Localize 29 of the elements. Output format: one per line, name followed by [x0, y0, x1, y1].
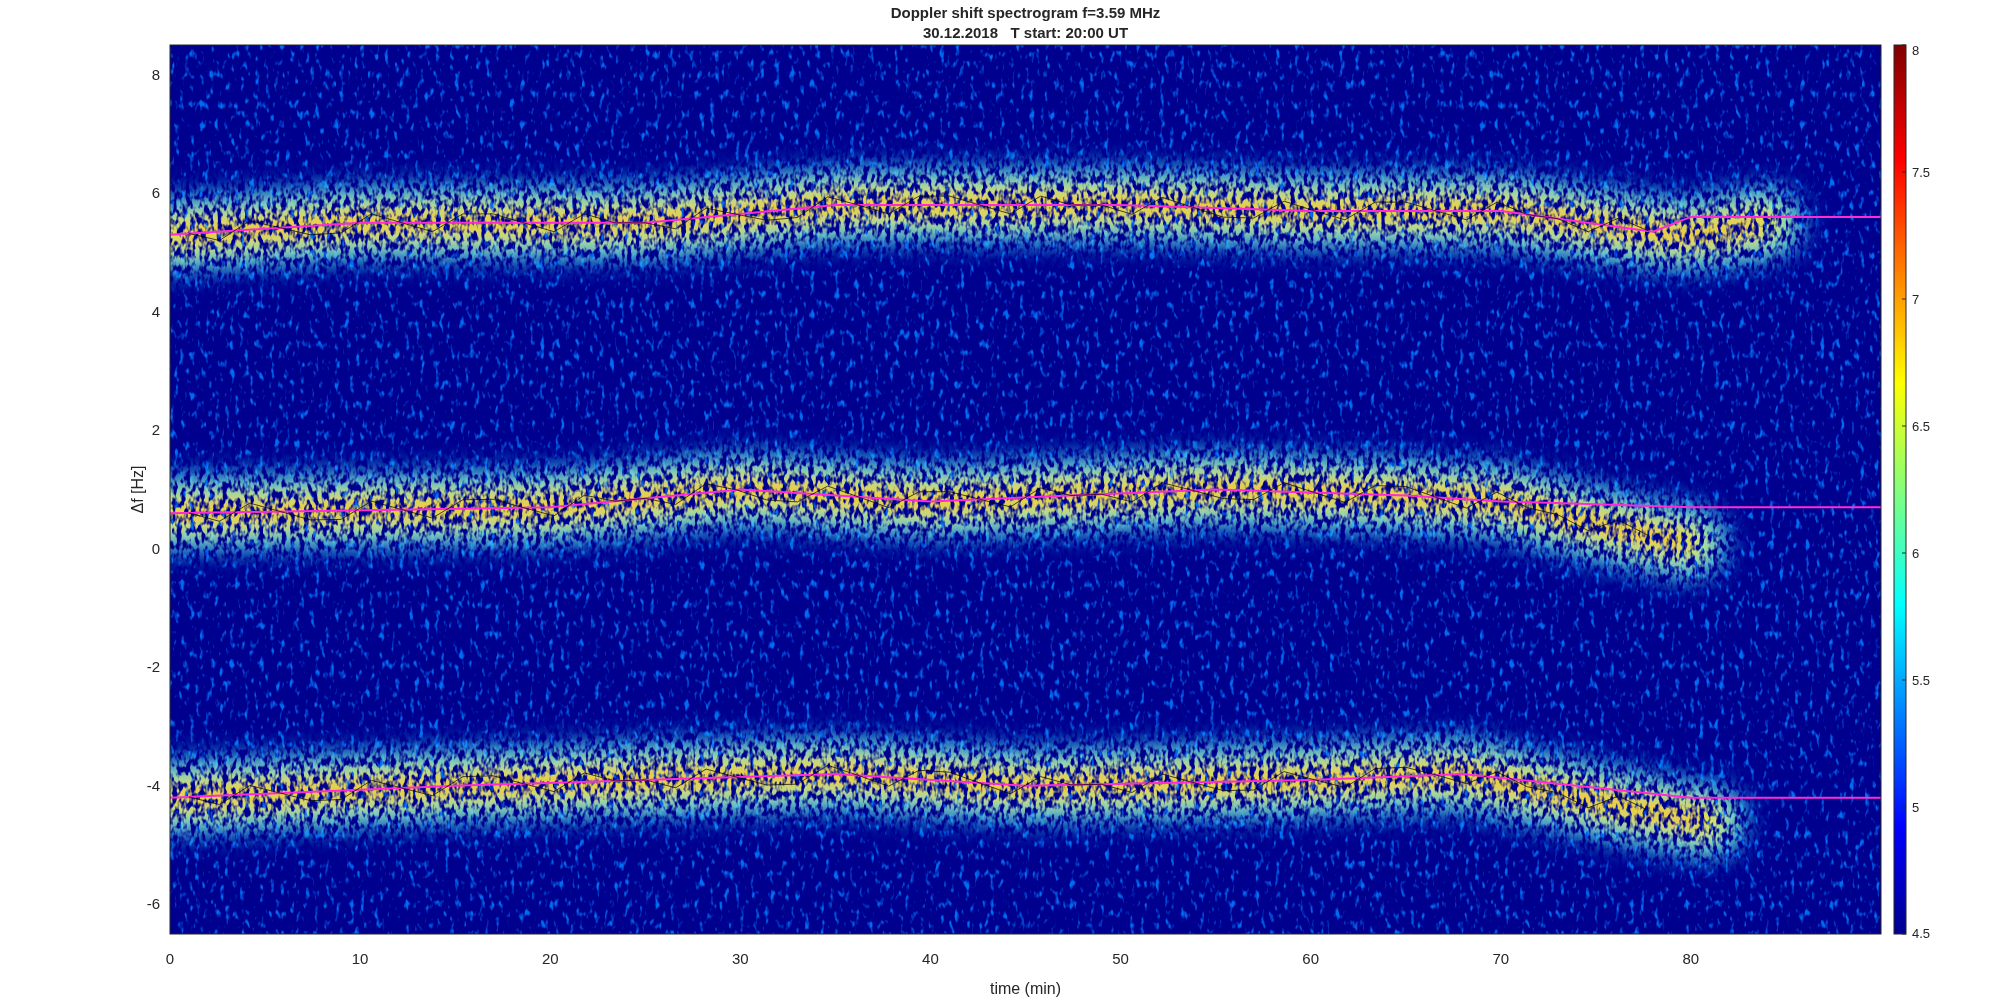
tick-label: 6.5: [1912, 419, 1931, 434]
tick-label: -2: [146, 658, 160, 676]
tick-label: -4: [146, 776, 160, 794]
tick-label: 7.5: [1912, 165, 1931, 180]
tick-label: 30: [732, 950, 749, 967]
tick-label: 50: [1112, 950, 1129, 967]
tick-label: 4.5: [1912, 926, 1931, 941]
axis-label: time (min): [989, 980, 1062, 997]
tick-label: 5.5: [1912, 673, 1931, 688]
tick-label: 0: [151, 539, 160, 557]
tick-label: 6: [1912, 546, 1920, 561]
tick-label: 70: [1492, 950, 1510, 967]
chart-title: Doppler shift spectrogram f=3.59 MHz: [890, 4, 1161, 21]
tick-label: 8: [1912, 43, 1920, 58]
tick-label: 40: [922, 950, 939, 967]
tick-label: 7: [1912, 292, 1920, 307]
tick-label: 10: [351, 950, 369, 967]
tick-label: 20: [541, 950, 559, 967]
tick-label: -6: [146, 895, 160, 913]
tick-label: 2: [151, 421, 160, 439]
axis-label: Δf [Hz]: [129, 465, 146, 514]
tick-label: 80: [1682, 950, 1700, 967]
tick-label: 5: [1912, 800, 1920, 815]
tick-label: 0: [165, 950, 175, 967]
tick-label: 4: [151, 302, 160, 320]
tick-label: 60: [1302, 950, 1319, 967]
chart-subtitle: 30.12.2018 T start: 20:00 UT: [922, 24, 1129, 41]
tick-label: 8: [151, 65, 160, 83]
tick-label: 6: [151, 184, 160, 202]
